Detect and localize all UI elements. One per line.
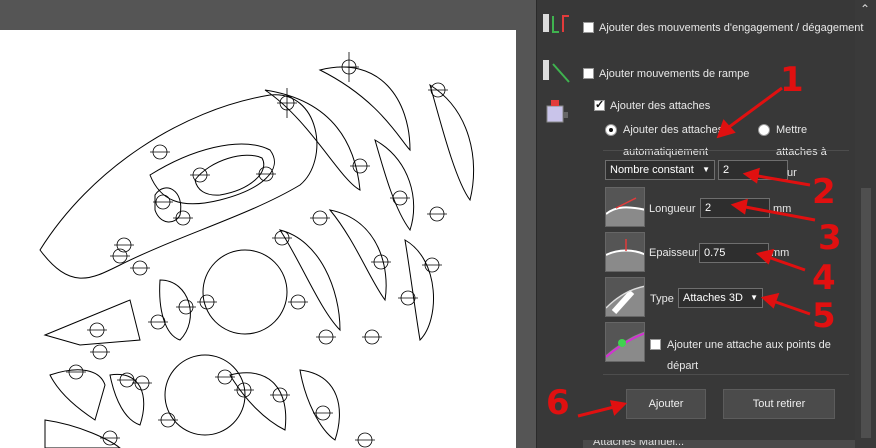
add-button[interactable]: Ajouter: [626, 389, 706, 419]
engage-label: Ajouter des mouvements d'engagement / dé…: [599, 22, 864, 34]
start-point-thumb-icon: [605, 322, 645, 362]
start-tab-label: Ajouter une attache aux points de: [667, 339, 831, 351]
work-canvas[interactable]: [0, 0, 536, 448]
start-tab-checkbox[interactable]: [650, 339, 661, 350]
annotation-3: 3: [818, 218, 842, 258]
chevron-down-icon: ▼: [750, 293, 758, 302]
bottom-section-label: Attaches Manuel...: [593, 440, 685, 448]
toolpath-drawing: [0, 30, 516, 448]
start-tab-label-line2: départ: [667, 360, 699, 372]
type-value: Attaches 3D: [683, 292, 743, 304]
manual-tabs-label-line3: ur: [787, 167, 797, 179]
engage-checkbox[interactable]: [583, 22, 594, 33]
thickness-unit: mm: [771, 247, 790, 259]
tabs-icon: [543, 98, 571, 126]
tabs-label: Ajouter des attaches: [610, 100, 711, 112]
length-unit: mm: [773, 203, 792, 215]
panel-scrollbar[interactable]: ⌃: [855, 0, 876, 448]
annotation-2: 2: [812, 172, 836, 212]
thickness-label: Epaisseur: [649, 247, 698, 259]
lead-in-out-icon: [541, 12, 575, 38]
remove-all-button[interactable]: Tout retirer: [723, 389, 835, 419]
auto-tabs-radio[interactable]: [605, 124, 617, 136]
type-label: Type: [650, 293, 674, 305]
length-thumb-icon: [605, 187, 645, 227]
buttons-separator: [603, 374, 849, 375]
length-field[interactable]: 2: [700, 198, 770, 218]
separator: [603, 150, 849, 151]
manual-tabs-radio[interactable]: [758, 124, 770, 136]
paper-sheet: [0, 30, 516, 448]
collapse-chevron-icon[interactable]: ⌃: [860, 2, 870, 16]
bottom-section[interactable]: Attaches Manuel...: [583, 440, 855, 448]
ramp-label: Ajouter mouvements de rampe: [599, 68, 750, 80]
annotation-1: 1: [780, 60, 804, 100]
annotation-4: 4: [812, 258, 836, 298]
annotation-5: 5: [812, 296, 836, 336]
thickness-thumb-icon: [605, 232, 645, 272]
tabs-checkbox[interactable]: [594, 98, 605, 111]
length-label: Longueur: [649, 203, 696, 215]
thickness-field[interactable]: 0.75: [699, 243, 769, 263]
type-select[interactable]: Attaches 3D ▼: [678, 288, 763, 308]
type-thumb-icon: [605, 277, 645, 317]
count-field[interactable]: 2: [718, 160, 788, 180]
manual-tabs-label: Mettre: [776, 124, 808, 136]
ramp-checkbox[interactable]: [583, 68, 594, 79]
annotation-6: 6: [546, 383, 570, 423]
count-mode-select[interactable]: Nombre constant ▼: [605, 160, 715, 180]
chevron-down-icon: ▼: [702, 165, 710, 174]
auto-tabs-label: Ajouter des attaches: [623, 124, 724, 136]
manual-tabs-label-line2: attaches à: [776, 146, 827, 158]
scrollbar-thumb[interactable]: [861, 188, 871, 438]
ramp-icon: [541, 58, 575, 86]
count-mode-value: Nombre constant: [610, 164, 694, 176]
auto-tabs-label-line2: automatiquement: [623, 146, 708, 158]
